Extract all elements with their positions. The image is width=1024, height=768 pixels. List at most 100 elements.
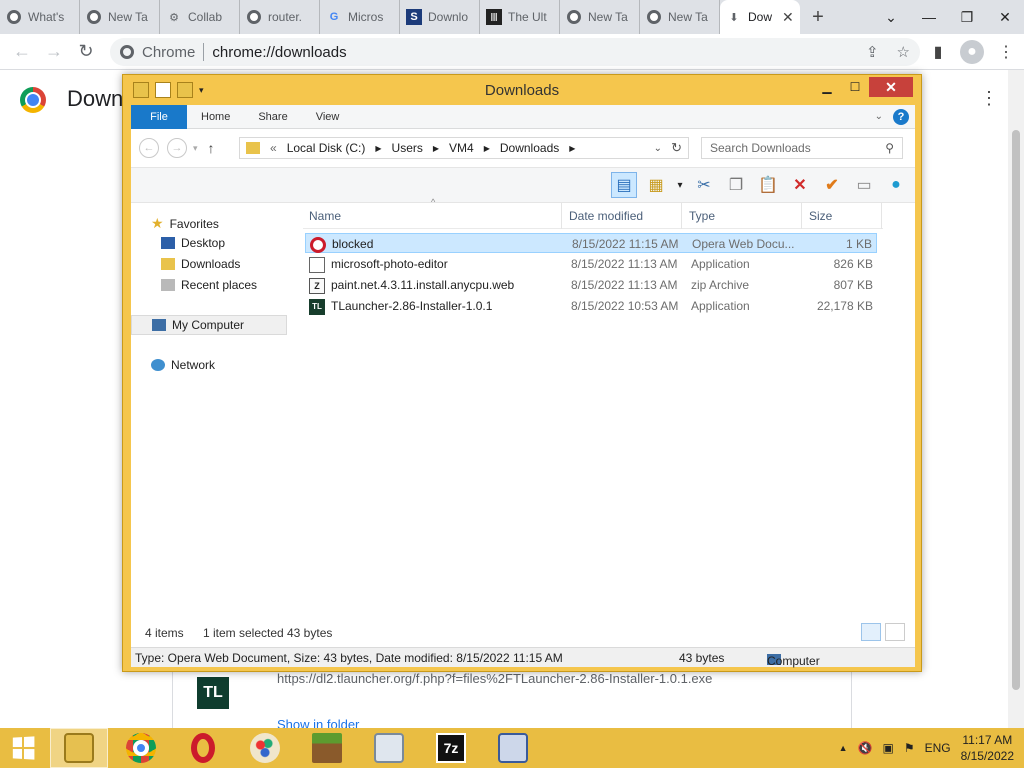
breadcrumb-vm4[interactable]: VM4 [449,141,474,155]
tab[interactable]: S Downlo [400,0,480,34]
tab[interactable]: router. [240,0,320,34]
column-size[interactable]: Size [809,209,832,223]
paste-icon[interactable]: 📋 [755,172,781,198]
quick-folder-icon[interactable] [133,82,149,98]
column-divider[interactable] [881,203,882,229]
dropdown-icon[interactable]: ▾ [675,172,685,198]
page-scrollbar[interactable] [1008,70,1024,728]
omnibox[interactable]: Chrome chrome://downloads ⇪ ☆ [110,38,920,66]
scrollbar-thumb[interactable] [1012,130,1020,690]
cut-icon[interactable]: ✂ [691,172,717,198]
reload-icon[interactable]: ↻ [70,36,102,68]
recent-locations-icon[interactable]: ▾ [193,143,198,154]
action-center-icon[interactable]: ⚑ [904,741,915,755]
delete-icon[interactable]: ✕ [787,172,813,198]
ribbon-tab-file[interactable]: File [131,104,187,129]
nav-downloads[interactable]: Downloads [161,257,240,271]
minimize-icon[interactable]: — [910,0,948,34]
taskbar-network-tool[interactable] [484,728,542,768]
check-icon[interactable]: ✔ [819,172,845,198]
side-panel-icon[interactable]: ▮ [926,40,950,64]
back-icon[interactable]: ← [6,36,38,68]
copy-icon[interactable]: ❐ [723,172,749,198]
clock[interactable]: 11:17 AM 8/15/2022 [961,732,1014,764]
quick-new-folder-icon[interactable] [177,82,193,98]
ribbon-tab-home[interactable]: Home [187,105,244,129]
column-date-modified[interactable]: Date modified [569,209,643,223]
file-row[interactable]: blocked 8/15/2022 11:15 AM Opera Web Doc… [305,233,877,253]
taskbar-explorer[interactable] [50,728,108,768]
volume-muted-icon[interactable]: 🔇 [858,741,873,755]
up-icon[interactable]: ↑ [208,140,215,156]
forward-icon[interactable]: → [167,138,187,158]
preview-pane-icon[interactable]: ▤ [611,172,637,198]
minimize-icon[interactable]: ▁ [813,77,841,97]
ribbon-tab-share[interactable]: Share [244,105,301,129]
tab[interactable]: New Ta [80,0,160,34]
tab[interactable]: New Ta [560,0,640,34]
close-tab-icon[interactable]: ✕ [782,9,794,26]
tab[interactable]: ⚙ Collab [160,0,240,34]
nav-favorites[interactable]: ★ Favorites [151,215,219,232]
forward-icon[interactable]: → [38,36,70,68]
bookmark-star-icon[interactable]: ☆ [897,43,910,61]
quick-access-dropdown-icon[interactable]: ▾ [199,85,204,96]
maximize-icon[interactable]: ☐ [841,77,869,97]
tab-downloads[interactable]: ⬇ Dow ✕ [720,0,800,34]
taskbar-minecraft[interactable] [298,728,356,768]
tab[interactable]: Ⅲ The Ult [480,0,560,34]
help-icon[interactable]: ? [893,108,909,125]
rename-icon[interactable]: ▭ [851,172,877,198]
download-url[interactable]: https://dl2.tlauncher.org/f.php?f=files%… [277,671,712,686]
details-view-icon[interactable] [861,623,881,641]
restore-icon[interactable]: ❐ [948,0,986,34]
profile-avatar-icon[interactable]: ● [960,40,984,64]
column-type[interactable]: Type [689,209,715,223]
breadcrumb-local-disk[interactable]: Local Disk (C:) [287,141,366,155]
file-row[interactable]: microsoft-photo-editor 8/15/2022 11:13 A… [305,254,877,274]
taskbar-monitor[interactable] [360,728,418,768]
start-button[interactable] [0,728,46,768]
share-icon[interactable]: ⇪ [866,43,879,61]
ribbon-tab-view[interactable]: View [302,105,354,129]
column-divider[interactable] [561,203,562,229]
tray-overflow-icon[interactable]: ▲ [839,743,848,753]
taskbar-7zip[interactable]: 7z [422,728,480,768]
tab[interactable]: What's [0,0,80,34]
address-bar[interactable]: « Local Disk (C:) ▶ Users ▶ VM4 ▶ Downloads… [239,137,689,159]
language-indicator[interactable]: ENG [925,741,951,755]
tab-search-icon[interactable]: ⌄ [872,0,910,34]
breadcrumb-users[interactable]: Users [392,141,423,155]
taskbar-opera[interactable] [174,728,232,768]
nav-recent-places[interactable]: Recent places [161,278,257,292]
tab[interactable]: New Ta [640,0,720,34]
omnibox-url[interactable]: chrome://downloads [212,44,346,61]
search-input[interactable]: Search Downloads ⚲ [701,137,903,159]
refresh-icon[interactable]: ↻ [671,140,682,156]
column-divider[interactable] [681,203,682,229]
file-row[interactable]: TL TLauncher-2.86-Installer-1.0.1 8/15/2… [305,296,877,316]
network-status-icon[interactable]: ▣ [882,741,893,755]
close-icon[interactable]: ✕ [986,0,1024,34]
taskbar-paint[interactable] [236,728,294,768]
globe-icon[interactable]: ● [883,172,909,198]
large-icons-view-icon[interactable] [885,623,905,641]
taskbar-chrome[interactable] [112,728,170,768]
address-dropdown-icon[interactable]: ⌄ [654,143,662,154]
close-icon[interactable]: ✕ [869,77,913,97]
explorer-titlebar[interactable]: ▾ Downloads ▁ ☐ ✕ [123,75,921,105]
nav-desktop[interactable]: Desktop [161,236,225,250]
column-divider[interactable] [801,203,802,229]
column-name[interactable]: Name [309,209,341,223]
new-tab-button[interactable]: + [800,0,836,34]
properties-icon[interactable]: ▦ [643,172,669,198]
file-row[interactable]: Z paint.net.4.3.11.install.anycpu.web 8/… [305,275,877,295]
chrome-menu-icon[interactable]: ⋮ [994,40,1018,64]
tab[interactable]: G Micros [320,0,400,34]
quick-properties-icon[interactable] [155,82,171,98]
nav-my-computer[interactable]: My Computer [131,315,287,335]
address-overflow[interactable]: « [270,141,277,155]
page-menu-icon[interactable]: ⋮ [980,88,998,109]
back-icon[interactable]: ← [139,138,159,158]
nav-network[interactable]: Network [151,358,215,372]
